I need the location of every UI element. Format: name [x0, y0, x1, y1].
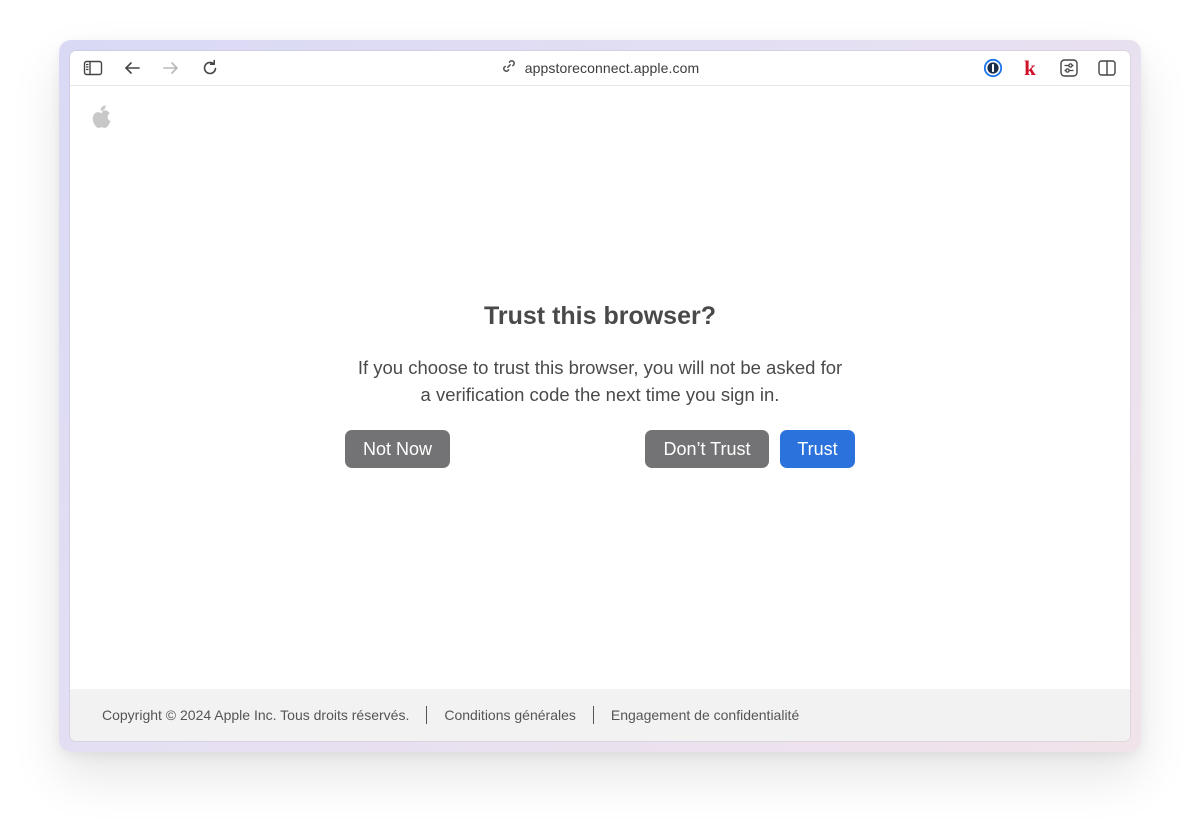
address-bar[interactable]: appstoreconnect.apple.com	[480, 51, 720, 85]
k-extension-icon: k	[1024, 56, 1036, 80]
page-footer: Copyright © 2024 Apple Inc. Tous droits …	[70, 689, 1130, 741]
sidebar-icon	[83, 60, 103, 76]
1password-icon	[983, 58, 1003, 78]
privacy-link[interactable]: Engagement de confidentialité	[611, 707, 799, 723]
dont-trust-button[interactable]: Don’t Trust	[645, 430, 769, 468]
back-button[interactable]	[120, 56, 144, 80]
sliders-icon	[1059, 58, 1079, 78]
arrow-right-icon	[162, 60, 180, 76]
link-icon	[501, 58, 517, 79]
sidebar-toggle-button[interactable]	[81, 56, 105, 80]
reload-icon	[201, 59, 219, 77]
forward-button[interactable]	[159, 56, 183, 80]
reload-button[interactable]	[198, 56, 222, 80]
password-manager-extension-button[interactable]	[981, 56, 1005, 80]
footer-divider	[426, 706, 428, 724]
dialog-message-line: a verification code the next time you si…	[420, 384, 780, 405]
split-view-icon	[1097, 59, 1117, 77]
address-url: appstoreconnect.apple.com	[524, 60, 700, 76]
not-now-button[interactable]: Not Now	[345, 430, 450, 468]
terms-link[interactable]: Conditions générales	[444, 707, 576, 723]
trust-button[interactable]: Trust	[780, 430, 855, 468]
apple-logo	[90, 104, 114, 130]
browser-toolbar: appstoreconnect.apple.com k	[70, 51, 1130, 86]
dialog-message-line: If you choose to trust this browser, you…	[357, 357, 843, 378]
browser-window: appstoreconnect.apple.com k Trust this b…	[70, 51, 1130, 741]
k-extension-button[interactable]: k	[1018, 56, 1042, 80]
page-settings-button[interactable]	[1057, 56, 1081, 80]
page-content: Trust this browser? If you choose to tru…	[70, 86, 1130, 689]
split-view-button[interactable]	[1095, 56, 1119, 80]
footer-divider	[592, 706, 594, 724]
dialog-title: Trust this browser?	[484, 302, 716, 330]
arrow-left-icon	[123, 60, 141, 76]
dialog-message: If you choose to trust this browser, you…	[340, 354, 860, 408]
copyright-text: Copyright © 2024 Apple Inc. Tous droits …	[102, 707, 410, 723]
